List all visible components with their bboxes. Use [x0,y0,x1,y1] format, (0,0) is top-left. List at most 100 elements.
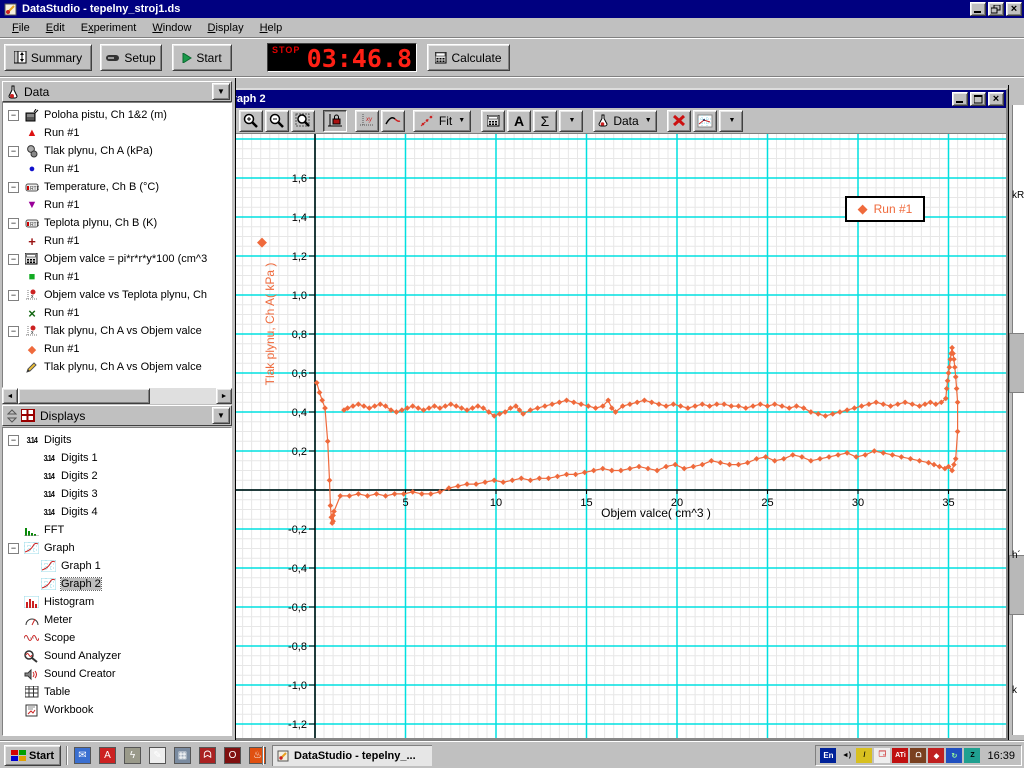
tree-expander[interactable]: − [8,110,19,121]
tree-expander[interactable]: − [8,543,19,554]
tree-expander[interactable]: − [8,326,19,337]
display-item-row[interactable]: −3.14Digits [3,431,231,449]
quick-launch-pen-icon[interactable]: ✎ [149,747,166,764]
tray-quickres-icon[interactable]: ◆ [928,748,944,763]
data-item-row[interactable]: Tlak plynu, Ch A vs Objem valce [3,358,231,376]
graph-minimize-button[interactable] [952,92,968,106]
data-item-row[interactable]: ▼Run #1 [3,196,231,214]
display-item-row[interactable]: 3.14Digits 1 [3,449,231,467]
summary-button[interactable]: Summary [4,44,92,71]
display-item-row[interactable]: Histogram [3,593,231,611]
remove-button[interactable] [667,110,691,132]
keyboard-layout-indicator[interactable]: En [820,748,836,763]
menu-file[interactable]: File [4,20,38,36]
data-panel-dropdown[interactable]: ▼ [212,83,230,100]
menu-window[interactable]: Window [144,20,199,36]
close-button[interactable]: × [1006,2,1022,16]
tray-brush-icon[interactable]: / [856,748,872,763]
zoom-out-button[interactable] [265,110,289,132]
tree-expander[interactable]: − [8,146,19,157]
tree-expander[interactable]: − [8,254,19,265]
display-item-row[interactable]: Meter [3,611,231,629]
quick-launch-calculator-app-icon[interactable]: ▦ [174,747,191,764]
scale-lock-button[interactable] [323,110,347,132]
tree-expander[interactable]: − [8,435,19,446]
display-item-row[interactable]: Graph 2 [3,575,231,593]
display-item-row[interactable]: Sound Analyzer [3,647,231,665]
legend[interactable]: ◆ Run #1 [845,196,925,222]
menu-help[interactable]: Help [252,20,291,36]
hscroll-right-arrow[interactable]: ► [216,388,232,404]
zoom-select-button[interactable] [291,110,315,132]
tray-mascot-icon[interactable]: ᗝ [910,748,926,763]
display-item-row[interactable]: −Graph [3,539,231,557]
graph-settings-dropdown[interactable]: ▼ [719,110,743,132]
graph-close-button[interactable]: × [988,92,1004,106]
smart-tool-button[interactable] [381,110,405,132]
quick-launch-bird-icon[interactable]: ϟ [124,747,141,764]
chart-canvas[interactable]: 51015202530351,61,41,21,00,80,60,40,2-0,… [206,134,1006,738]
data-item-row[interactable]: ×Run #1 [3,304,231,322]
data-panel-header[interactable]: Data ▼ [2,81,232,102]
tray-ati-icon[interactable]: ATi [892,748,908,763]
data-item-row[interactable]: −Tlak plynu, Ch A (kPa) [3,142,231,160]
displays-panel-header[interactable]: Displays ▼ [2,405,232,426]
quick-launch-acrobat-icon[interactable]: A [99,747,116,764]
xy-select-button[interactable]: xy [355,110,379,132]
data-item-row[interactable]: −RTDTemperature, Ch B (°C) [3,178,231,196]
data-item-row[interactable]: +Run #1 [3,232,231,250]
statistics-dropdown[interactable]: ▼ [559,110,583,132]
data-item-row[interactable]: −Objem valce = pi*r*r*y*100 (cm^3 [3,250,231,268]
display-item-row[interactable]: FFT [3,521,231,539]
fit-button[interactable]: Fit▼ [413,110,471,132]
data-item-row[interactable]: −RTDTeplota plynu, Ch B (K) [3,214,231,232]
data-item-row[interactable]: ▲Run #1 [3,124,231,142]
tray-scheduler-icon[interactable]: 🗔 [874,748,890,763]
data-item-row[interactable]: ■Run #1 [3,268,231,286]
display-item-row[interactable]: 3.14Digits 4 [3,503,231,521]
display-item-row[interactable]: Scope [3,629,231,647]
menu-experiment[interactable]: Experiment [73,20,145,36]
taskbar-datastudio-button[interactable]: DataStudio - tepelny_... [272,745,432,766]
start-button[interactable]: Start [172,44,232,71]
minimize-button[interactable] [970,2,986,16]
tree-expander[interactable]: − [8,182,19,193]
data-item-row[interactable]: −xObjem valce vs Teplota plynu, Ch [3,286,231,304]
data-item-row[interactable]: −xTlak plynu, Ch A vs Objem valce [3,322,231,340]
display-item-row[interactable]: Sound Creator [3,665,231,683]
display-item-row[interactable]: Workbook [3,701,231,719]
display-item-row[interactable]: Table [3,683,231,701]
data-item-row[interactable]: ◆Run #1 [3,340,231,358]
display-item-row[interactable]: 3.14Digits 3 [3,485,231,503]
data-item-row[interactable]: ●Run #1 [3,160,231,178]
tray-update-icon[interactable]: ↻ [946,748,962,763]
hscroll-thumb[interactable] [18,388,150,404]
data-item-row[interactable]: −Poloha pistu, Ch 1&2 (m) [3,106,231,124]
calculate-button[interactable]: Calculate [427,44,510,71]
quick-launch-mail-icon[interactable]: ✉ [74,747,91,764]
tree-expander[interactable]: − [8,218,19,229]
start-menu-button[interactable]: Start [4,745,61,766]
graph-settings-button[interactable] [693,110,717,132]
display-item-row[interactable]: Graph 1 [3,557,231,575]
graph-maximize-button[interactable] [970,92,986,106]
restore-button[interactable] [988,2,1004,16]
displays-panel-dropdown[interactable]: ▼ [212,407,230,424]
data-button[interactable]: Data▼ [593,110,657,132]
hscroll-left-arrow[interactable]: ◄ [2,388,18,404]
quick-launch-opera-icon[interactable]: O [224,747,241,764]
quick-launch-dragon-icon[interactable]: ᗣ [199,747,216,764]
calculator-button[interactable] [481,110,505,132]
data-panel-hscrollbar[interactable]: ◄ ► [2,388,232,404]
zoom-in-button[interactable] [239,110,263,132]
tray-volume-icon[interactable]: ◄) [838,748,854,763]
text-annotation-button[interactable]: A [507,110,531,132]
tray-modem-icon[interactable]: Z [964,748,980,763]
plot-area[interactable]: 51015202530351,61,41,21,00,80,60,40,2-0,… [206,134,1006,738]
setup-button[interactable]: Setup [100,44,162,71]
menu-edit[interactable]: Edit [38,20,73,36]
statistics-button[interactable]: Σ [533,110,557,132]
graph-window-titlebar[interactable]: Graph 2 × [206,90,1006,108]
menu-display[interactable]: Display [200,20,252,36]
tree-expander[interactable]: − [8,290,19,301]
